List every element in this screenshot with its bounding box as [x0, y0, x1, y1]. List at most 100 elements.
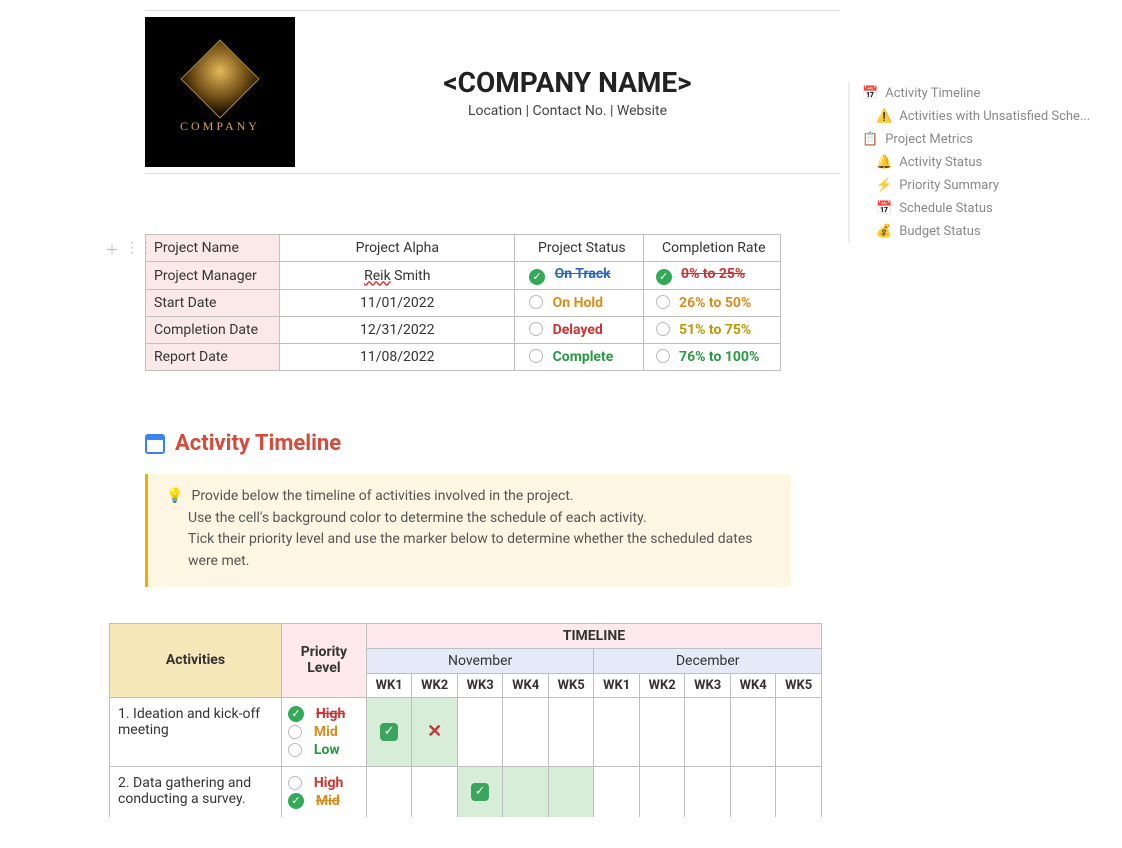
header-activities: Activities: [110, 623, 282, 697]
activity-cell[interactable]: 1. Ideation and kick-off meeting: [110, 697, 282, 766]
timeline-cell[interactable]: [730, 697, 776, 766]
label-completion-date: Completion Date: [146, 317, 280, 344]
priority-cell[interactable]: High ✓ Mid: [281, 766, 366, 817]
nav-item-priority-summary[interactable]: ⚡ Priority Summary: [862, 174, 1108, 197]
timeline-cell[interactable]: [685, 766, 731, 817]
timeline-cell[interactable]: ✓: [457, 766, 503, 817]
header-week: WK4: [503, 673, 549, 697]
priority-low: Low: [314, 742, 340, 758]
value-completion-date[interactable]: 12/31/2022: [280, 317, 515, 344]
nav-item-activity-timeline[interactable]: 📅 Activity Timeline: [862, 82, 1108, 105]
timeline-cell[interactable]: ✕: [412, 697, 458, 766]
priority-high: High: [316, 706, 345, 722]
check-circle-icon: ✓: [529, 269, 545, 285]
bell-icon: 🔔: [876, 155, 892, 170]
timeline-cell[interactable]: [457, 697, 503, 766]
header: COMPANY <COMPANY NAME> Location | Contac…: [145, 17, 840, 167]
x-icon: ✕: [427, 721, 442, 742]
money-icon: 💰: [876, 224, 892, 239]
timeline-cell[interactable]: [776, 697, 822, 766]
divider: [145, 10, 840, 11]
nav-label: Schedule Status: [899, 201, 993, 216]
timeline-cell[interactable]: ✓: [366, 697, 412, 766]
nav-item-project-metrics[interactable]: 📋 Project Metrics: [862, 128, 1108, 151]
header-week: WK3: [685, 673, 731, 697]
check-icon: ✓: [380, 723, 398, 741]
nav-item-schedule-status[interactable]: 📅 Schedule Status: [862, 197, 1108, 220]
header-week: WK5: [776, 673, 822, 697]
timeline-cell[interactable]: [503, 766, 549, 817]
priority-cell[interactable]: ✓ High Mid Low: [281, 697, 366, 766]
rate-26-50[interactable]: 26% to 50%: [643, 290, 780, 317]
table-row: 2. Data gathering and conducting a surve…: [110, 766, 822, 817]
header-timeline: TIMELINE: [366, 623, 821, 648]
header-week: WK1: [366, 673, 412, 697]
divider: [145, 173, 840, 174]
header-month-nov: November: [366, 648, 594, 673]
value-project-name[interactable]: Project Alpha: [280, 235, 515, 262]
status-delayed[interactable]: Delayed: [515, 317, 643, 344]
status-label: On Hold: [553, 295, 603, 311]
lightbulb-icon: 💡: [166, 486, 184, 508]
value-start-date[interactable]: 11/01/2022: [280, 290, 515, 317]
rate-label: 51% to 75%: [679, 322, 751, 338]
timeline-cell[interactable]: [776, 766, 822, 817]
priority-mid: Mid: [316, 793, 340, 809]
check-circle-icon: ✓: [656, 269, 672, 285]
timeline-cell[interactable]: [594, 697, 640, 766]
timeline-cell[interactable]: [639, 766, 685, 817]
manager-first: Reik: [364, 268, 391, 284]
value-report-date[interactable]: 11/08/2022: [280, 344, 515, 371]
timeline-cell[interactable]: [594, 766, 640, 817]
value-project-manager[interactable]: Reik Smith: [280, 262, 515, 290]
timeline-cell[interactable]: [685, 697, 731, 766]
logo-diamond-icon: [180, 39, 259, 118]
nav-item-unsatisfied[interactable]: ⚠️ Activities with Unsatisfied Sche...: [862, 105, 1108, 128]
status-complete[interactable]: Complete: [515, 344, 643, 371]
company-name: <COMPANY NAME>: [295, 66, 840, 99]
timeline-cell[interactable]: [548, 697, 594, 766]
add-block-icon[interactable]: ＋: [105, 240, 119, 260]
tip-line-2: Use the cell's background color to deter…: [188, 508, 647, 530]
timeline-cell[interactable]: [366, 766, 412, 817]
radio-icon: [288, 725, 302, 739]
nav-label: Budget Status: [899, 224, 980, 239]
radio-icon: [656, 322, 670, 336]
status-on-hold[interactable]: On Hold: [515, 290, 643, 317]
manager-last-name: Smith: [394, 268, 430, 284]
radio-icon: [288, 776, 302, 790]
timeline-cell[interactable]: [548, 766, 594, 817]
activity-cell[interactable]: 2. Data gathering and conducting a surve…: [110, 766, 282, 817]
label-start-date: Start Date: [146, 290, 280, 317]
status-on-track[interactable]: ✓ On Track: [515, 262, 643, 290]
radio-icon: [529, 295, 543, 309]
priority-high: High: [314, 775, 343, 791]
timeline-cell[interactable]: [730, 766, 776, 817]
outline-panel: 📅 Activity Timeline ⚠️ Activities with U…: [848, 82, 1108, 243]
calendar-icon: 📅: [876, 201, 892, 216]
rate-0-25[interactable]: ✓ 0% to 25%: [643, 262, 780, 290]
header-week: WK1: [594, 673, 640, 697]
nav-item-activity-status[interactable]: 🔔 Activity Status: [862, 151, 1108, 174]
label-report-date: Report Date: [146, 344, 280, 371]
label-project-status: Project Status: [515, 235, 643, 262]
company-logo: COMPANY: [145, 17, 295, 167]
check-circle-icon: ✓: [288, 793, 304, 809]
timeline-cell[interactable]: [639, 697, 685, 766]
header-week: WK4: [730, 673, 776, 697]
tip-line-3: Tick their priority level and use the ma…: [188, 529, 773, 572]
header-week: WK2: [639, 673, 685, 697]
rate-51-75[interactable]: 51% to 75%: [643, 317, 780, 344]
timeline-cell[interactable]: [503, 697, 549, 766]
drag-handle-icon[interactable]: ⋮⋮: [125, 240, 153, 260]
priority-mid: Mid: [314, 724, 338, 740]
check-circle-icon: ✓: [288, 706, 304, 722]
logo-text: COMPANY: [180, 119, 260, 134]
rate-76-100[interactable]: 76% to 100%: [643, 344, 780, 371]
calendar-icon: 📅: [862, 86, 878, 101]
nav-item-budget-status[interactable]: 💰 Budget Status: [862, 220, 1108, 243]
status-label: Delayed: [553, 322, 603, 338]
clipboard-icon: 📋: [862, 132, 878, 147]
header-priority: Priority Level: [281, 623, 366, 697]
timeline-cell[interactable]: [412, 766, 458, 817]
